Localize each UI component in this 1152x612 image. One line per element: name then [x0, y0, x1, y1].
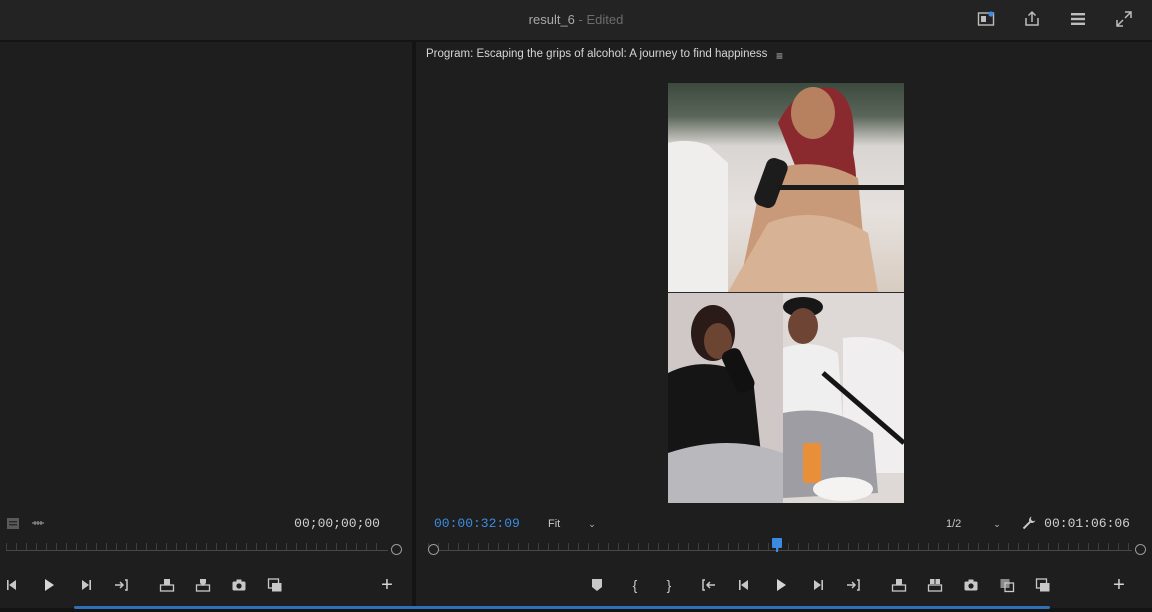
program-panel-title[interactable]: Program: Escaping the grips of alcohol: … — [426, 48, 767, 60]
comparison-view-icon[interactable] — [1032, 574, 1054, 596]
mark-in-icon[interactable]: { — [624, 574, 646, 596]
video-top-pane — [668, 83, 904, 292]
program-zoom-handle-right[interactable] — [1135, 544, 1146, 555]
program-duration-timecode: 00:01:06:06 — [1044, 516, 1130, 531]
program-transport-controls: { } + — [586, 574, 1130, 596]
export-frame-icon[interactable] — [228, 574, 250, 596]
export-frame-icon[interactable] — [960, 574, 982, 596]
source-ruler-line — [6, 550, 388, 551]
project-status: Edited — [586, 12, 624, 27]
zoom-level-value: Fit — [548, 518, 561, 530]
export-icon[interactable] — [1022, 9, 1042, 29]
step-back-icon[interactable] — [2, 574, 24, 596]
program-panel-header: Program: Escaping the grips of alcohol: … — [416, 42, 1152, 68]
program-footer: 00:00:32:09 Fit ⌄ 1/2 ⌄ 00:01:06:06 — [416, 508, 1152, 538]
go-to-in-icon[interactable] — [698, 574, 720, 596]
source-add-button-icon[interactable]: + — [376, 574, 398, 596]
video-bottom-right-pane — [783, 293, 904, 503]
mark-out-glyph: } — [666, 577, 672, 593]
video-bottom-left-pane — [668, 293, 783, 503]
wrench-icon[interactable] — [1018, 512, 1040, 534]
program-zoom-handle-left[interactable] — [428, 544, 439, 555]
source-transport-controls: + — [2, 574, 398, 596]
insert-icon[interactable] — [156, 574, 178, 596]
go-to-out-icon[interactable] — [110, 574, 132, 596]
title-bar: result_6 - Edited — [0, 0, 1152, 40]
vr-view-icon[interactable] — [996, 574, 1018, 596]
add-marker-icon[interactable] — [586, 574, 608, 596]
comparison-view-icon[interactable] — [264, 574, 286, 596]
mark-out-icon[interactable]: } — [658, 574, 680, 596]
program-time-ruler[interactable] — [428, 538, 1146, 562]
source-monitor-panel: 00;00;00;00 + — [0, 42, 412, 608]
zoom-level-dropdown[interactable]: Fit ⌄ — [548, 514, 596, 534]
mark-in-glyph: { — [632, 577, 638, 593]
program-panel-menu-icon[interactable]: ≡ — [776, 49, 783, 63]
source-timecode[interactable]: 00;00;00;00 — [294, 516, 380, 531]
project-name: result_6 — [528, 12, 575, 27]
program-add-button-icon[interactable]: + — [1108, 574, 1130, 596]
playback-resolution-value: 1/2 — [946, 518, 962, 530]
source-drag-icon[interactable] — [27, 512, 49, 534]
workspace-icon[interactable] — [976, 9, 996, 29]
step-back-icon[interactable] — [734, 574, 756, 596]
fullscreen-icon[interactable] — [1114, 9, 1134, 29]
step-forward-icon[interactable] — [74, 574, 96, 596]
source-zoom-handle[interactable] — [391, 544, 402, 555]
source-time-ruler[interactable] — [6, 538, 402, 562]
program-current-timecode[interactable]: 00:00:32:09 — [434, 516, 520, 531]
source-add-glyph: + — [381, 574, 393, 596]
playback-resolution-dropdown[interactable]: 1/2 ⌄ — [946, 514, 1001, 534]
chevron-down-icon: ⌄ — [993, 518, 1001, 529]
step-forward-icon[interactable] — [806, 574, 828, 596]
extract-icon[interactable] — [924, 574, 946, 596]
program-ruler-line — [428, 550, 1132, 551]
program-play-icon[interactable] — [770, 574, 792, 596]
playhead[interactable] — [772, 538, 782, 552]
go-to-out-icon[interactable] — [842, 574, 864, 596]
program-add-glyph: + — [1113, 574, 1125, 596]
source-settings-icon[interactable] — [2, 512, 24, 534]
program-monitor-panel: Program: Escaping the grips of alcohol: … — [416, 42, 1152, 608]
panel-menu-icon[interactable] — [1068, 9, 1088, 29]
title-separator: - — [574, 12, 587, 27]
overwrite-icon[interactable] — [192, 574, 214, 596]
chevron-down-icon: ⌄ — [588, 518, 596, 529]
source-footer: 00;00;00;00 — [0, 508, 412, 538]
horizontal-scrollbar[interactable] — [74, 606, 1050, 609]
program-video-frame[interactable] — [668, 83, 904, 503]
source-play-icon[interactable] — [38, 574, 60, 596]
lift-icon[interactable] — [888, 574, 910, 596]
